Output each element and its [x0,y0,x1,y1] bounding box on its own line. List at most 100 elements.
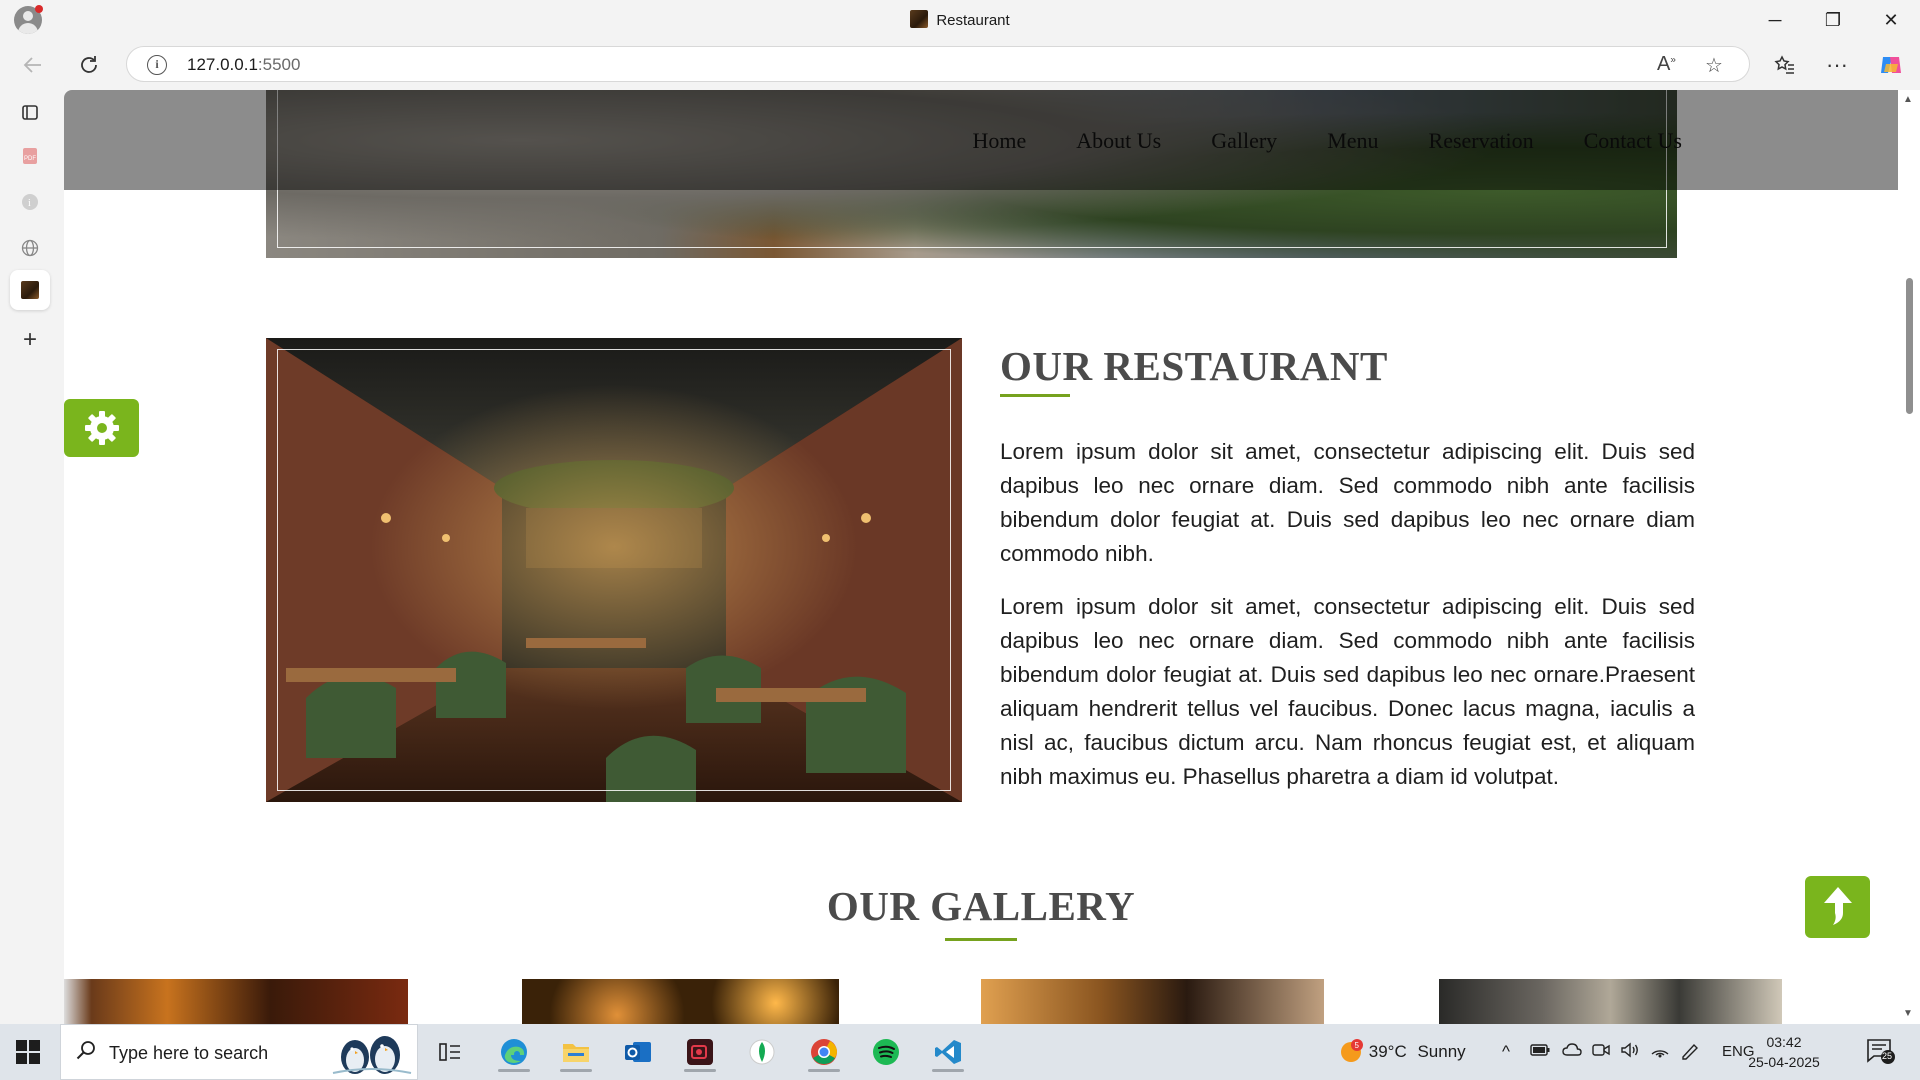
scrollbar-thumb[interactable] [1906,278,1913,414]
folder-icon [563,1044,589,1062]
restore-button[interactable]: ❐ [1804,0,1862,40]
active-tab-restaurant[interactable] [10,270,50,310]
svg-text:PDF: PDF [24,156,36,162]
page-scrollbar[interactable]: ▲ ▼ [1898,90,1920,1024]
arrow-up-icon [1823,887,1852,925]
tab-title[interactable]: Restaurant [0,10,1920,29]
ellipsis-icon: ··· [1826,52,1848,77]
url-text[interactable]: 127.0.0.1:5500 [187,55,300,75]
notification-count: 25 [1882,1051,1893,1061]
tab-title-text: Restaurant [936,12,1010,29]
gallery-thumb-3[interactable] [981,979,1324,1024]
refresh-icon [81,56,97,73]
pen-menu-icon[interactable] [1680,1042,1700,1065]
site-navbar: Home About Us Gallery Menu Reservation C… [64,90,1898,190]
volume-icon[interactable] [1620,1042,1640,1063]
edge-vertical-tabs: PDF i + [0,90,64,1024]
notification-center-button[interactable]: 25 [1866,1038,1896,1064]
windows-taskbar: Type here to search 5 39°C Sunny ^ ENG 0… [0,1024,1920,1080]
address-bar[interactable]: i 127.0.0.1:5500 A» ☆ [126,46,1750,82]
address-bar-row: i 127.0.0.1:5500 A» ☆ ··· [0,40,1920,90]
task-view-icon [439,1043,460,1061]
favorites-list-icon [1774,55,1794,74]
back-button[interactable] [16,48,50,82]
info-tab-icon[interactable]: i [16,188,44,216]
back-arrow-icon [23,57,41,73]
about-paragraph-2: Lorem ipsum dolor sit amet, consectetur … [1000,594,1695,789]
scroll-up-arrow-icon[interactable]: ▲ [1903,94,1913,105]
page-viewport: Home About Us Gallery Menu Reservation C… [64,90,1898,1024]
taskbar-clock[interactable]: 03:42 25-04-2025 [1734,1032,1834,1072]
search-placeholder: Type here to search [109,1043,269,1063]
favorites-button[interactable] [1768,48,1802,82]
gear-icon [84,411,119,445]
gallery-title-underline [945,938,1017,941]
vscode-icon [935,1040,961,1064]
task-view-button[interactable] [430,1032,470,1072]
copilot-button[interactable] [1874,48,1908,82]
clock-date: 25-04-2025 [1748,1054,1820,1070]
edge-icon [501,1039,527,1065]
weather-condition: Sunny [1417,1042,1466,1061]
weather-widget[interactable]: 5 39°C Sunny [1338,1038,1466,1064]
about-paragraph-1: Lorem ipsum dolor sit amet, consectetur … [1000,439,1695,566]
gallery-thumb-1[interactable] [64,979,408,1024]
new-tab-plus-icon[interactable]: + [16,326,44,354]
spotify-icon [873,1039,899,1065]
about-image-frame [277,349,951,791]
gallery-title: OUR GALLERY [826,883,1136,929]
taskbar-spotify[interactable] [866,1032,906,1072]
outlook-icon [625,1042,651,1062]
copilot-icon [1881,57,1901,73]
gallery-thumb-4[interactable] [1439,979,1782,1024]
nav-contact-us[interactable]: Contact Us [1584,128,1682,154]
onedrive-cloud-icon[interactable] [1562,1042,1582,1062]
taskbar-search-box[interactable]: Type here to search [60,1024,418,1080]
chrome-icon [811,1039,837,1065]
taskbar-vscode[interactable] [928,1032,968,1072]
penguins-search-highlight-icon [332,1036,412,1074]
scroll-down-arrow-icon[interactable]: ▼ [1903,1008,1913,1019]
svg-text:5: 5 [1355,1041,1360,1050]
sun-icon: 5 [1341,1039,1363,1062]
taskbar-screen-recorder[interactable] [680,1032,720,1072]
tab-actions-icon[interactable] [16,98,44,126]
show-hidden-icons-chevron-icon[interactable]: ^ [1502,1042,1510,1062]
battery-icon[interactable] [1530,1042,1550,1062]
windows-start-icon[interactable] [16,1040,40,1064]
refresh-button[interactable] [72,48,106,82]
nav-about-us[interactable]: About Us [1076,128,1161,154]
read-aloud-icon[interactable]: A» [1657,53,1676,76]
minimize-button[interactable]: ─ [1746,0,1804,40]
taskbar-chrome[interactable] [804,1032,844,1072]
clock-time: 03:42 [1766,1034,1802,1050]
meet-now-icon[interactable] [1592,1042,1610,1063]
more-menu-button[interactable]: ··· [1820,48,1854,82]
favorite-star-icon[interactable]: ☆ [1705,53,1723,78]
nav-gallery[interactable]: Gallery [1211,128,1277,154]
taskbar-edge[interactable] [494,1032,534,1072]
scroll-to-top-button[interactable] [1805,876,1870,938]
settings-button[interactable] [64,399,139,457]
gallery-thumb-2[interactable] [522,979,839,1024]
wifi-icon[interactable] [1650,1042,1670,1063]
about-title-underline [1000,394,1070,397]
about-title: OUR RESTAURANT [1000,343,1388,389]
svg-text:i: i [28,198,31,209]
restaurant-favicon-icon [910,10,929,28]
mongodb-compass-icon [749,1039,775,1065]
weather-temp: 39°C [1368,1042,1407,1061]
close-button[interactable]: ✕ [1862,0,1920,40]
taskbar-file-explorer[interactable] [556,1032,596,1072]
nav-home[interactable]: Home [973,128,1027,154]
nav-links: Home About Us Gallery Menu Reservation C… [973,128,1683,154]
taskbar-outlook[interactable] [618,1032,658,1072]
nav-menu[interactable]: Menu [1327,128,1378,154]
taskbar-mongodb-compass[interactable] [742,1032,782,1072]
nav-reservation[interactable]: Reservation [1429,128,1534,154]
pdf-tab-icon[interactable]: PDF [16,142,44,170]
search-icon [76,1041,95,1060]
screen-recorder-icon [687,1039,713,1065]
site-info-icon[interactable]: i [147,55,167,75]
globe-tab-icon[interactable] [16,234,44,262]
